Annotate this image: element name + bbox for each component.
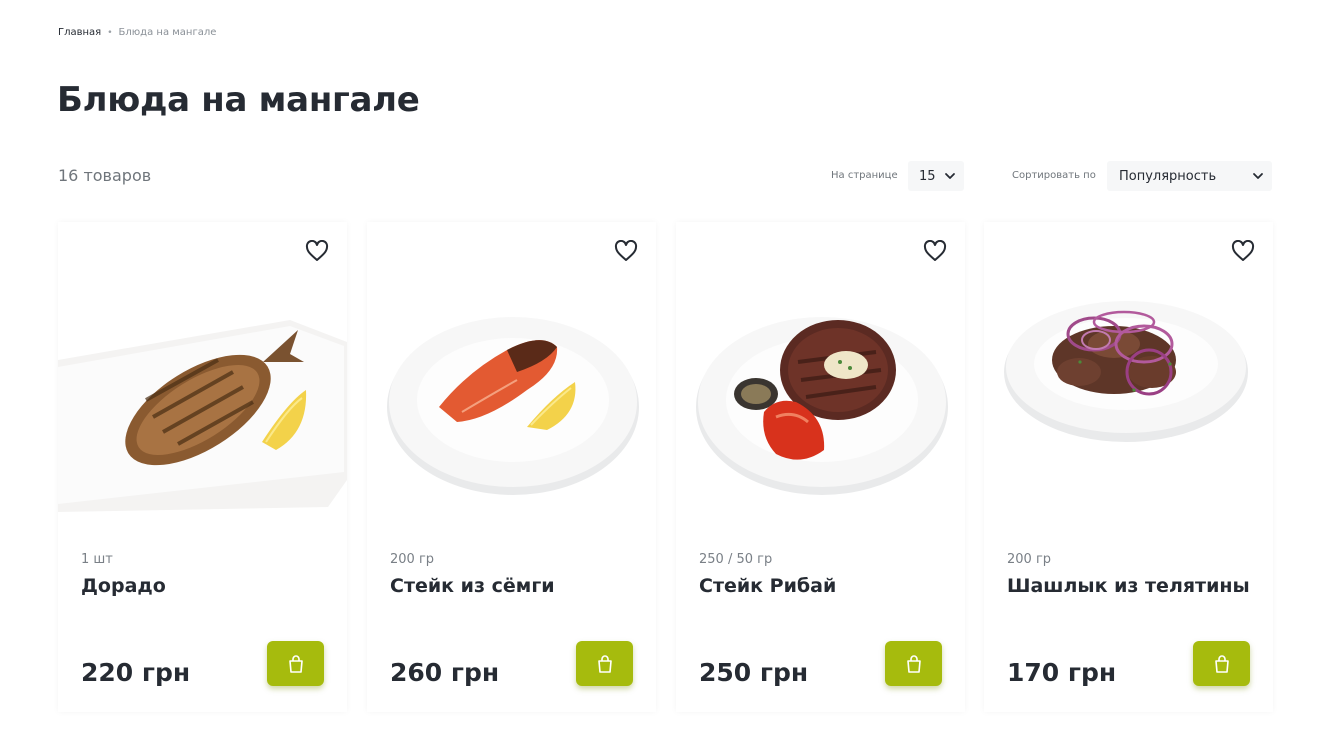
sort-label: Сортировать по xyxy=(1012,170,1096,181)
add-to-cart-button[interactable] xyxy=(885,641,942,686)
favorite-heart-icon[interactable] xyxy=(614,240,638,262)
page-title: Блюда на мангале xyxy=(57,80,420,120)
chevron-down-icon xyxy=(1253,173,1263,179)
product-name[interactable]: Дорадо xyxy=(81,575,166,597)
product-name[interactable]: Стейк из сёмги xyxy=(390,575,555,597)
breadcrumb-current: Блюда на мангале xyxy=(118,27,217,38)
product-card[interactable]: 250 / 50 гр Стейк Рибай 250 грн xyxy=(676,222,965,712)
shopping-bag-icon xyxy=(288,654,303,673)
chevron-down-icon xyxy=(945,173,955,179)
shopping-bag-icon xyxy=(597,654,612,673)
product-name[interactable]: Шашлык из телятины xyxy=(1007,575,1250,597)
sort-value: Популярность xyxy=(1119,168,1217,184)
product-image[interactable] xyxy=(984,222,1273,512)
product-price: 220 грн xyxy=(81,658,191,687)
product-image[interactable] xyxy=(367,222,656,512)
product-weight: 200 гр xyxy=(390,552,435,567)
add-to-cart-button[interactable] xyxy=(576,641,633,686)
product-card[interactable]: 200 гр Шашлык из телятины 170 грн xyxy=(984,222,1273,712)
favorite-heart-icon[interactable] xyxy=(923,240,947,262)
per-page-select[interactable]: 15 xyxy=(908,161,964,191)
favorite-heart-icon[interactable] xyxy=(1231,240,1255,262)
product-weight: 200 гр xyxy=(1007,552,1052,567)
product-name[interactable]: Стейк Рибай xyxy=(699,575,836,597)
product-price: 260 грн xyxy=(390,658,500,687)
breadcrumb-separator: • xyxy=(107,27,113,38)
product-image[interactable] xyxy=(676,222,965,512)
favorite-heart-icon[interactable] xyxy=(305,240,329,262)
product-price: 250 грн xyxy=(699,658,809,687)
product-card[interactable]: 1 шт Дорадо 220 грн xyxy=(58,222,347,712)
shopping-bag-icon xyxy=(906,654,921,673)
product-weight: 250 / 50 гр xyxy=(699,552,773,567)
add-to-cart-button[interactable] xyxy=(267,641,324,686)
add-to-cart-button[interactable] xyxy=(1193,641,1250,686)
shopping-bag-icon xyxy=(1214,654,1229,673)
breadcrumb: Главная • Блюда на мангале xyxy=(58,27,216,38)
breadcrumb-home-link[interactable]: Главная xyxy=(58,27,101,38)
product-price: 170 грн xyxy=(1007,658,1117,687)
product-weight: 1 шт xyxy=(81,552,113,567)
product-image[interactable] xyxy=(58,222,347,512)
product-count: 16 товаров xyxy=(58,166,152,185)
sort-select[interactable]: Популярность xyxy=(1107,161,1272,191)
per-page-value: 15 xyxy=(919,168,936,184)
product-card[interactable]: 200 гр Стейк из сёмги 260 грн xyxy=(367,222,656,712)
per-page-label: На странице xyxy=(831,170,898,181)
